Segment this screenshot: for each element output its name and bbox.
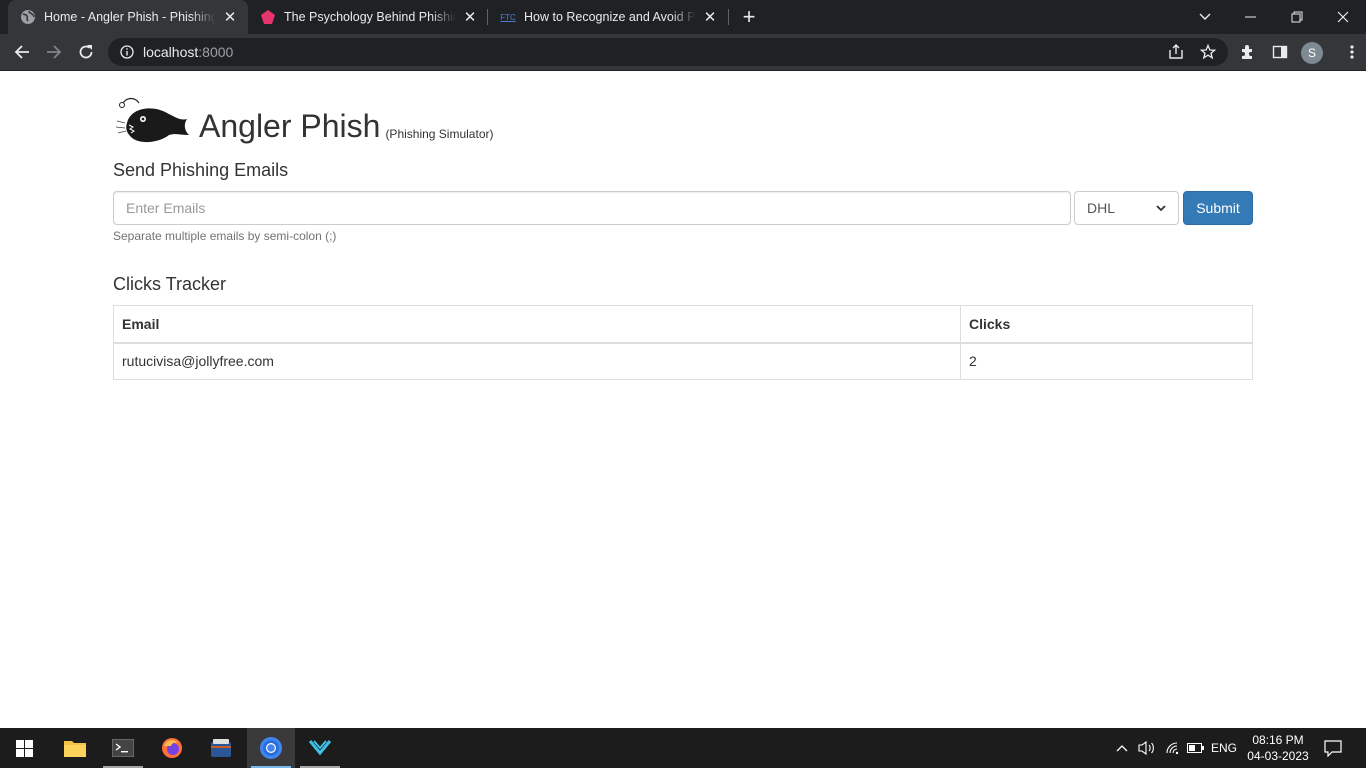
taskbar-clock[interactable]: 08:16 PM 04-03-2023 bbox=[1240, 732, 1316, 764]
clock-time: 08:16 PM bbox=[1252, 733, 1304, 747]
taskbar-firefox[interactable] bbox=[148, 728, 196, 768]
page-content: Angler Phish (Phishing Simulator) Send P… bbox=[0, 71, 1366, 728]
template-select[interactable]: DHL bbox=[1074, 191, 1179, 225]
cell-email: rutucivisa@jollyfree.com bbox=[113, 342, 961, 380]
info-icon[interactable] bbox=[119, 44, 135, 60]
side-panel-icon bbox=[1272, 45, 1288, 59]
submit-button[interactable]: Submit bbox=[1183, 191, 1253, 225]
tab-search-button[interactable] bbox=[1182, 0, 1228, 34]
close-tab-icon[interactable]: ✕ bbox=[220, 7, 240, 27]
tab-angler-phish[interactable]: Home - Angler Phish - Phishing Simulator… bbox=[8, 0, 248, 34]
firefox-icon bbox=[162, 738, 182, 758]
taskbar-vpn-app[interactable] bbox=[296, 728, 344, 768]
puzzle-icon bbox=[1242, 45, 1252, 59]
reload-button[interactable] bbox=[71, 37, 101, 67]
taskbar-terminal[interactable] bbox=[99, 728, 147, 768]
chevron-down-icon bbox=[1199, 13, 1211, 20]
volume-button[interactable] bbox=[1136, 728, 1158, 768]
windows-logo-icon bbox=[15, 739, 33, 757]
send-emails-heading: Send Phishing Emails bbox=[113, 160, 289, 180]
speaker-icon bbox=[1138, 740, 1154, 756]
input-language[interactable]: ENG bbox=[1208, 728, 1240, 768]
chevron-down-icon bbox=[1156, 204, 1166, 211]
kebab-menu-icon bbox=[1350, 45, 1354, 59]
tab-ftc-phishing[interactable]: FTC How to Recognize and Avoid Phishing … bbox=[488, 0, 728, 34]
side-panel-button[interactable] bbox=[1265, 37, 1295, 67]
minimize-button[interactable] bbox=[1228, 0, 1274, 34]
wallet-icon bbox=[211, 739, 231, 757]
taskbar-wallet-app[interactable] bbox=[197, 728, 245, 768]
back-button[interactable] bbox=[7, 37, 37, 67]
network-button[interactable] bbox=[1162, 728, 1184, 768]
address-url: localhost:8000 bbox=[143, 44, 233, 60]
clicks-tracker-heading: Clicks Tracker bbox=[113, 274, 227, 294]
column-header-email: Email bbox=[113, 305, 961, 344]
ftc-icon-text: FTC bbox=[500, 12, 516, 22]
arrow-right-icon bbox=[47, 45, 62, 59]
close-icon bbox=[1337, 11, 1349, 23]
pink-gem-icon bbox=[260, 9, 276, 25]
terminal-icon bbox=[112, 739, 134, 757]
star-icon bbox=[1200, 44, 1216, 60]
minimize-icon bbox=[1245, 16, 1256, 18]
forward-button[interactable] bbox=[39, 37, 69, 67]
cell-clicks: 2 bbox=[960, 342, 1253, 380]
app-subtitle: (Phishing Simulator) bbox=[385, 127, 494, 141]
tab-title: Home - Angler Phish - Phishing Simulator bbox=[44, 10, 216, 24]
shield-app-icon bbox=[309, 740, 331, 756]
notifications-button[interactable] bbox=[1318, 728, 1348, 768]
extensions-button[interactable] bbox=[1233, 37, 1263, 67]
close-window-button[interactable] bbox=[1320, 0, 1366, 34]
email-help-text: Separate multiple emails by semi-colon (… bbox=[113, 229, 337, 243]
table-header-row: Email Clicks bbox=[113, 305, 1253, 344]
share-icon bbox=[1169, 44, 1183, 59]
menu-button[interactable] bbox=[1337, 37, 1366, 67]
clicks-tracker-table: Email Clicks rutucivisa@jollyfree.com 2 bbox=[113, 305, 1253, 380]
folder-icon bbox=[64, 741, 86, 757]
app-title: Angler Phish bbox=[199, 108, 381, 144]
new-tab-button[interactable]: + bbox=[737, 4, 761, 29]
start-button[interactable] bbox=[0, 728, 48, 768]
emails-input[interactable] bbox=[113, 191, 1071, 225]
ftc-icon: FTC bbox=[500, 9, 516, 25]
battery-icon bbox=[1186, 743, 1204, 753]
notification-icon bbox=[1324, 739, 1342, 757]
url-host: localhost bbox=[143, 44, 199, 60]
wifi-icon bbox=[1166, 742, 1179, 755]
share-button[interactable] bbox=[1164, 40, 1188, 64]
close-tab-icon[interactable]: ✕ bbox=[700, 7, 720, 27]
clock-date: 04-03-2023 bbox=[1247, 749, 1309, 763]
app-header: Angler Phish (Phishing Simulator) bbox=[113, 89, 493, 145]
tab-separator bbox=[728, 9, 729, 25]
anglerfish-logo bbox=[115, 97, 189, 143]
browser-tabstrip: Home - Angler Phish - Phishing Simulator… bbox=[0, 0, 1366, 34]
browser-toolbar: localhost:8000 S bbox=[0, 34, 1366, 71]
show-hidden-icons-button[interactable] bbox=[1112, 728, 1132, 768]
restore-button[interactable] bbox=[1274, 0, 1320, 34]
url-port: :8000 bbox=[198, 44, 234, 60]
chrome-icon bbox=[260, 737, 282, 759]
taskbar-chrome[interactable] bbox=[247, 728, 295, 768]
template-select-value: DHL bbox=[1087, 200, 1116, 216]
tab-psychology-phishing[interactable]: The Psychology Behind Phishing Attacks ✕ bbox=[248, 0, 488, 34]
taskbar-file-explorer[interactable] bbox=[51, 728, 99, 768]
profile-avatar[interactable]: S bbox=[1301, 42, 1323, 64]
bookmark-button[interactable] bbox=[1196, 40, 1220, 64]
battery-button[interactable] bbox=[1185, 728, 1205, 768]
restore-icon bbox=[1291, 11, 1303, 23]
tab-title: How to Recognize and Avoid Phishing Scam… bbox=[524, 10, 696, 24]
close-tab-icon[interactable]: ✕ bbox=[460, 7, 480, 27]
address-bar[interactable]: localhost:8000 bbox=[108, 38, 1228, 66]
windows-taskbar: ENG 08:16 PM 04-03-2023 bbox=[0, 728, 1366, 768]
reload-icon bbox=[79, 45, 93, 59]
arrow-left-icon bbox=[14, 45, 29, 59]
column-header-clicks: Clicks bbox=[960, 305, 1253, 344]
table-row: rutucivisa@jollyfree.com 2 bbox=[113, 342, 1253, 380]
globe-icon bbox=[20, 9, 36, 25]
tab-title: The Psychology Behind Phishing Attacks bbox=[284, 10, 456, 24]
chevron-up-icon bbox=[1116, 745, 1128, 752]
